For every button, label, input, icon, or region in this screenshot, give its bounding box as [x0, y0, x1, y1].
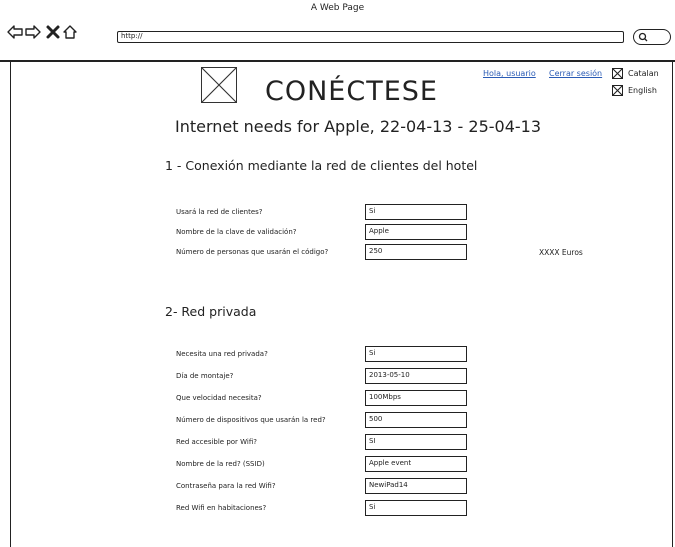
field-input[interactable]: 100Mbps: [365, 390, 467, 406]
search-button[interactable]: [633, 29, 671, 45]
logo-image-placeholder: [201, 67, 237, 103]
cost-estimate: XXXX Euros: [539, 248, 583, 257]
field-input[interactable]: 2013-05-10: [365, 368, 467, 384]
forward-arrow-icon[interactable]: [25, 24, 41, 40]
close-x-icon[interactable]: [45, 24, 61, 40]
field-input[interactable]: Apple event: [365, 456, 467, 472]
user-link[interactable]: Hola, usuario: [483, 69, 536, 78]
section1-title: 1 - Conexión mediante la red de clientes…: [165, 158, 478, 173]
field-label: Red accesible por Wifi?: [176, 438, 257, 446]
field-input[interactable]: SI: [365, 434, 467, 450]
field-label: Número de dispositivos que usarán la red…: [176, 416, 326, 424]
field-label: Día de montaje?: [176, 372, 234, 380]
field-label: Que velocidad necesita?: [176, 394, 262, 402]
back-arrow-icon[interactable]: [7, 24, 23, 40]
field-label: Usará la red de clientes?: [176, 208, 263, 216]
section2-title: 2- Red privada: [165, 304, 257, 319]
search-icon: [638, 32, 648, 42]
checkbox-icon[interactable]: [612, 85, 623, 96]
browser-window: A Web Page http:// CONÉCTESE Hola, usuar…: [0, 0, 675, 547]
field-label: Contraseña para la red Wifi?: [176, 482, 276, 490]
field-input[interactable]: Si: [365, 346, 467, 362]
url-input[interactable]: http://: [117, 31, 624, 43]
language-option-english[interactable]: English: [612, 85, 657, 96]
field-label: Número de personas que usarán el código?: [176, 248, 329, 256]
field-label: Red Wifi en habitaciones?: [176, 504, 267, 512]
checkbox-icon[interactable]: [612, 68, 623, 79]
language-label: English: [628, 86, 657, 95]
logout-link[interactable]: Cerrar sesión: [549, 69, 602, 78]
home-icon[interactable]: [62, 24, 78, 40]
language-option-catalan[interactable]: Catalan: [612, 68, 659, 79]
field-input[interactable]: 250: [365, 244, 467, 260]
page-title: CONÉCTESE: [265, 76, 438, 107]
field-label: Nombre de la clave de validación?: [176, 228, 297, 236]
field-label: Necesita una red privada?: [176, 350, 268, 358]
field-input[interactable]: 500: [365, 412, 467, 428]
field-input[interactable]: Apple: [365, 224, 467, 240]
field-label: Nombre de la red? (SSID): [176, 460, 265, 468]
field-input[interactable]: Si: [365, 500, 467, 516]
event-title: Internet needs for Apple, 22-04-13 - 25-…: [175, 117, 542, 136]
language-label: Catalan: [628, 69, 659, 78]
window-title: A Web Page: [310, 3, 365, 13]
browser-toolbar: A Web Page http://: [0, 0, 675, 62]
field-input[interactable]: NewiPad14: [365, 478, 467, 494]
field-input[interactable]: Si: [365, 204, 467, 220]
